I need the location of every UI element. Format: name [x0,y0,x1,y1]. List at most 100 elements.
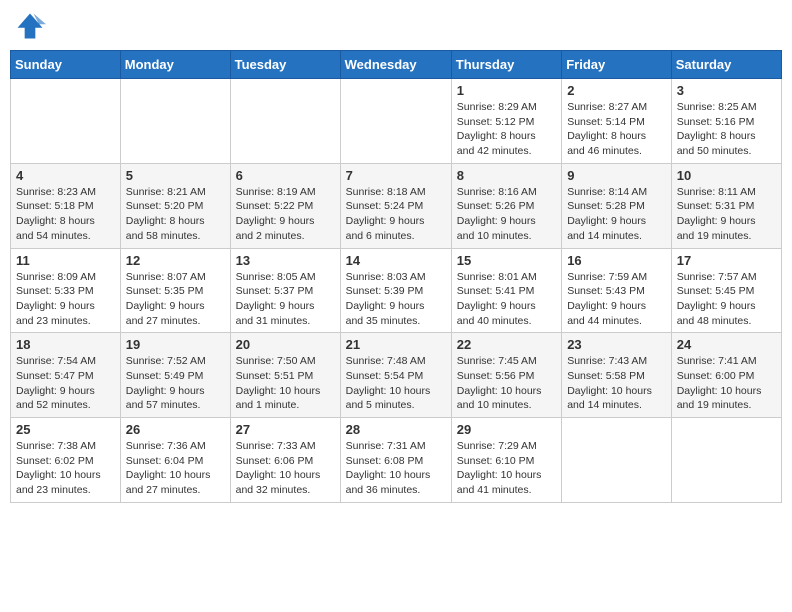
day-info: Sunrise: 7:31 AM Sunset: 6:08 PM Dayligh… [346,439,446,498]
day-info: Sunrise: 8:05 AM Sunset: 5:37 PM Dayligh… [236,270,335,329]
week-row-3: 18Sunrise: 7:54 AM Sunset: 5:47 PM Dayli… [11,333,782,418]
day-number: 6 [236,168,335,183]
day-number: 29 [457,422,556,437]
day-info: Sunrise: 7:45 AM Sunset: 5:56 PM Dayligh… [457,354,556,413]
weekday-header-monday: Monday [120,51,230,79]
day-cell: 9Sunrise: 8:14 AM Sunset: 5:28 PM Daylig… [562,163,672,248]
day-cell: 25 Sunrise: 7:38 AM Sunset: 6:02 PM Dayli… [11,418,121,503]
day-info: Sunrise: 8:07 AM Sunset: 5:35 PM Dayligh… [126,270,225,329]
day-info: Sunrise: 8:19 AM Sunset: 5:22 PM Dayligh… [236,185,335,244]
day-info: Sunrise: 8:21 AM Sunset: 5:20 PM Dayligh… [126,185,225,244]
day-number: 2 [567,83,666,98]
weekday-header-friday: Friday [562,51,672,79]
day-info: Sunrise: 8:27 AM Sunset: 5:14 PM Dayligh… [567,100,666,159]
day-number: 22 [457,337,556,352]
day-cell: 21 Sunrise: 7:48 AM Sunset: 5:54 PM Dayli… [340,333,451,418]
day-info: Sunrise: 7:52 AM Sunset: 5:49 PM Dayligh… [126,354,225,413]
day-info: Sunrise: 8:25 AM Sunset: 5:16 PM Dayligh… [677,100,776,159]
day-number: 15 [457,253,556,268]
day-cell: 12 Sunrise: 8:07 AM Sunset: 5:35 PM Dayli… [120,248,230,333]
day-cell: 29Sunrise: 7:29 AM Sunset: 6:10 PM Dayli… [451,418,561,503]
day-cell: 3 Sunrise: 8:25 AM Sunset: 5:16 PM Daylig… [671,79,781,164]
weekday-header-sunday: Sunday [11,51,121,79]
weekday-header-saturday: Saturday [671,51,781,79]
day-info: Sunrise: 8:01 AM Sunset: 5:41 PM Dayligh… [457,270,556,329]
day-number: 28 [346,422,446,437]
day-number: 20 [236,337,335,352]
day-info: Sunrise: 7:50 AM Sunset: 5:51 PM Dayligh… [236,354,335,413]
weekday-header-row: SundayMondayTuesdayWednesdayThursdayFrid… [11,51,782,79]
day-info: Sunrise: 7:41 AM Sunset: 6:00 PM Dayligh… [677,354,776,413]
day-number: 10 [677,168,776,183]
day-number: 9 [567,168,666,183]
day-cell: 20 Sunrise: 7:50 AM Sunset: 5:51 PM Dayli… [230,333,340,418]
day-number: 25 [16,422,115,437]
weekday-header-tuesday: Tuesday [230,51,340,79]
day-cell: 18Sunrise: 7:54 AM Sunset: 5:47 PM Dayli… [11,333,121,418]
day-info: Sunrise: 7:59 AM Sunset: 5:43 PM Dayligh… [567,270,666,329]
day-info: Sunrise: 7:57 AM Sunset: 5:45 PM Dayligh… [677,270,776,329]
day-number: 13 [236,253,335,268]
day-info: Sunrise: 8:09 AM Sunset: 5:33 PM Dayligh… [16,270,115,329]
day-cell: 4 Sunrise: 8:23 AM Sunset: 5:18 PM Daylig… [11,163,121,248]
day-number: 7 [346,168,446,183]
day-cell: 22 Sunrise: 7:45 AM Sunset: 5:56 PM Dayli… [451,333,561,418]
day-cell: 14 Sunrise: 8:03 AM Sunset: 5:39 PM Dayli… [340,248,451,333]
day-cell [340,79,451,164]
day-number: 26 [126,422,225,437]
day-cell: 16 Sunrise: 7:59 AM Sunset: 5:43 PM Dayli… [562,248,672,333]
weekday-header-thursday: Thursday [451,51,561,79]
day-cell: 28 Sunrise: 7:31 AM Sunset: 6:08 PM Dayli… [340,418,451,503]
day-info: Sunrise: 8:11 AM Sunset: 5:31 PM Dayligh… [677,185,776,244]
day-number: 11 [16,253,115,268]
day-info: Sunrise: 8:18 AM Sunset: 5:24 PM Dayligh… [346,185,446,244]
day-number: 16 [567,253,666,268]
day-cell [120,79,230,164]
day-number: 12 [126,253,225,268]
day-cell: 5 Sunrise: 8:21 AM Sunset: 5:20 PM Daylig… [120,163,230,248]
day-number: 3 [677,83,776,98]
day-info: Sunrise: 7:33 AM Sunset: 6:06 PM Dayligh… [236,439,335,498]
day-number: 19 [126,337,225,352]
day-number: 5 [126,168,225,183]
day-cell [671,418,781,503]
week-row-1: 4 Sunrise: 8:23 AM Sunset: 5:18 PM Daylig… [11,163,782,248]
day-cell: 27 Sunrise: 7:33 AM Sunset: 6:06 PM Dayli… [230,418,340,503]
day-cell [11,79,121,164]
day-cell: 13 Sunrise: 8:05 AM Sunset: 5:37 PM Dayli… [230,248,340,333]
day-info: Sunrise: 7:43 AM Sunset: 5:58 PM Dayligh… [567,354,666,413]
day-number: 23 [567,337,666,352]
day-cell: 15 Sunrise: 8:01 AM Sunset: 5:41 PM Dayli… [451,248,561,333]
day-cell: 1 Sunrise: 8:29 AM Sunset: 5:12 PM Daylig… [451,79,561,164]
day-info: Sunrise: 8:03 AM Sunset: 5:39 PM Dayligh… [346,270,446,329]
day-cell: 26 Sunrise: 7:36 AM Sunset: 6:04 PM Dayli… [120,418,230,503]
week-row-4: 25 Sunrise: 7:38 AM Sunset: 6:02 PM Dayli… [11,418,782,503]
day-cell: 24 Sunrise: 7:41 AM Sunset: 6:00 PM Dayli… [671,333,781,418]
day-number: 14 [346,253,446,268]
logo-icon [14,10,46,42]
day-number: 21 [346,337,446,352]
day-cell: 2 Sunrise: 8:27 AM Sunset: 5:14 PM Daylig… [562,79,672,164]
day-info: Sunrise: 8:16 AM Sunset: 5:26 PM Dayligh… [457,185,556,244]
day-info: Sunrise: 8:23 AM Sunset: 5:18 PM Dayligh… [16,185,115,244]
page-header [10,10,782,42]
day-info: Sunrise: 7:54 AM Sunset: 5:47 PM Dayligh… [16,354,115,413]
day-number: 24 [677,337,776,352]
day-info: Sunrise: 7:36 AM Sunset: 6:04 PM Dayligh… [126,439,225,498]
day-cell: 19 Sunrise: 7:52 AM Sunset: 5:49 PM Dayli… [120,333,230,418]
week-row-0: 1 Sunrise: 8:29 AM Sunset: 5:12 PM Daylig… [11,79,782,164]
calendar-table: SundayMondayTuesdayWednesdayThursdayFrid… [10,50,782,503]
day-info: Sunrise: 7:48 AM Sunset: 5:54 PM Dayligh… [346,354,446,413]
day-cell: 7 Sunrise: 8:18 AM Sunset: 5:24 PM Daylig… [340,163,451,248]
day-number: 1 [457,83,556,98]
day-cell [562,418,672,503]
day-info: Sunrise: 8:29 AM Sunset: 5:12 PM Dayligh… [457,100,556,159]
day-cell: 11 Sunrise: 8:09 AM Sunset: 5:33 PM Dayli… [11,248,121,333]
week-row-2: 11 Sunrise: 8:09 AM Sunset: 5:33 PM Dayli… [11,248,782,333]
weekday-header-wednesday: Wednesday [340,51,451,79]
day-number: 4 [16,168,115,183]
day-info: Sunrise: 7:38 AM Sunset: 6:02 PM Dayligh… [16,439,115,498]
day-cell: 23 Sunrise: 7:43 AM Sunset: 5:58 PM Dayli… [562,333,672,418]
day-number: 8 [457,168,556,183]
day-number: 27 [236,422,335,437]
